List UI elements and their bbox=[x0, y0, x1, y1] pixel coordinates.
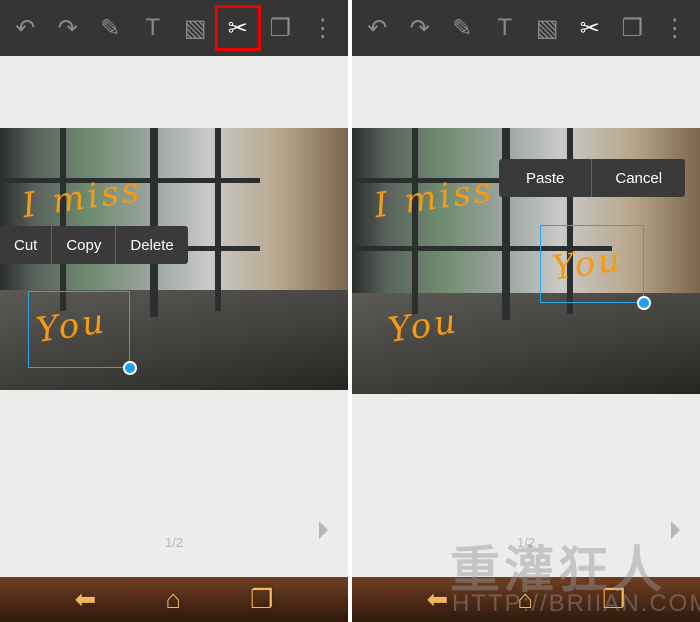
back-icon[interactable]: ⬅ bbox=[75, 584, 97, 615]
resize-handle[interactable] bbox=[637, 296, 651, 310]
navbar: ⬅ ⌂ ❐ bbox=[0, 577, 348, 622]
paste-button[interactable]: Paste bbox=[499, 159, 591, 197]
pages-icon[interactable]: ❐ bbox=[262, 10, 298, 46]
recent-apps-icon[interactable]: ❐ bbox=[250, 584, 273, 615]
resize-handle[interactable] bbox=[123, 361, 137, 375]
page-indicator: 1/2 bbox=[164, 535, 184, 550]
selection-box[interactable] bbox=[28, 291, 130, 368]
context-menu: Paste Cancel bbox=[499, 159, 686, 197]
copy-button[interactable]: Copy bbox=[51, 226, 115, 264]
cancel-button[interactable]: Cancel bbox=[591, 159, 685, 197]
more-icon[interactable]: ⋮ bbox=[657, 10, 693, 46]
delete-button[interactable]: Delete bbox=[115, 226, 187, 264]
next-page-arrow-icon[interactable] bbox=[319, 521, 328, 539]
redo-icon[interactable]: ↷ bbox=[402, 10, 438, 46]
more-icon[interactable]: ⋮ bbox=[305, 10, 341, 46]
cut-button[interactable]: Cut bbox=[0, 226, 51, 264]
text-icon[interactable]: T bbox=[135, 10, 171, 46]
right-screen: ↶ ↷ ✎ T ▧ ✂ ❐ ⋮ I miss You You Paste Can… bbox=[352, 0, 700, 622]
scissors-icon[interactable]: ✂ bbox=[572, 10, 608, 46]
pages-icon[interactable]: ❐ bbox=[614, 10, 650, 46]
image-icon[interactable]: ▧ bbox=[177, 10, 213, 46]
text-icon[interactable]: T bbox=[487, 10, 523, 46]
next-page-arrow-icon[interactable] bbox=[671, 521, 680, 539]
watermark-url: HTTP://BRIIAN.COM bbox=[452, 590, 700, 617]
undo-icon[interactable]: ↶ bbox=[359, 10, 395, 46]
undo-icon[interactable]: ↶ bbox=[7, 10, 43, 46]
pen-icon[interactable]: ✎ bbox=[444, 10, 480, 46]
selection-box[interactable] bbox=[540, 225, 644, 303]
toolbar: ↶ ↷ ✎ T ▧ ✂ ❐ ⋮ bbox=[352, 0, 700, 56]
image-icon[interactable]: ▧ bbox=[529, 10, 565, 46]
back-icon[interactable]: ⬅ bbox=[427, 584, 449, 615]
scissors-icon[interactable]: ✂ bbox=[214, 5, 261, 51]
toolbar: ↶ ↷ ✎ T ▧ ✂ ❐ ⋮ bbox=[0, 0, 348, 56]
pen-icon[interactable]: ✎ bbox=[92, 10, 128, 46]
context-menu: Cut Copy Delete bbox=[0, 226, 188, 264]
redo-icon[interactable]: ↷ bbox=[50, 10, 86, 46]
home-icon[interactable]: ⌂ bbox=[165, 584, 181, 615]
left-screen: ↶ ↷ ✎ T ▧ ✂ ❐ ⋮ I miss You Cut Copy Dele… bbox=[0, 0, 348, 622]
